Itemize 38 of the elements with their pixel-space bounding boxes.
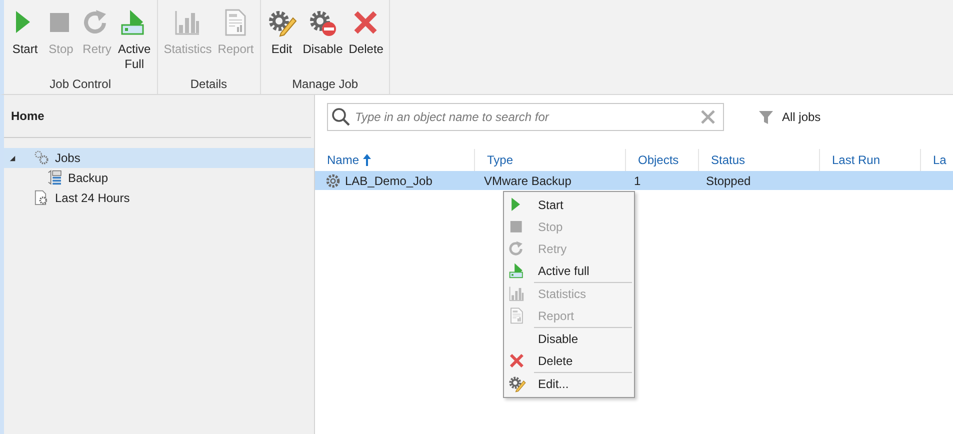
- ribbon-button[interactable]: Delete: [346, 8, 386, 77]
- server-icon: [46, 169, 64, 187]
- menu-item[interactable]: Active full: [506, 260, 632, 282]
- ribbon-button[interactable]: Start: [8, 8, 42, 77]
- document-icon: [508, 307, 526, 325]
- filter-button[interactable]: All jobs: [752, 108, 827, 126]
- group-label: Details: [189, 77, 228, 93]
- tree-item[interactable]: Backup: [4, 168, 314, 188]
- sidebar-title: Home: [4, 95, 311, 138]
- gear-icon: [325, 172, 341, 188]
- gear-stop-icon: [308, 8, 338, 38]
- search-icon: [331, 107, 351, 127]
- ribbon-button[interactable]: Disable: [300, 8, 345, 77]
- group-label: Manage Job: [291, 77, 360, 93]
- tree-item[interactable]: Jobs: [4, 148, 314, 168]
- menu-item[interactable]: Start: [506, 194, 632, 216]
- play-icon: [508, 262, 526, 280]
- table-row[interactable]: LAB_Demo_Job VMware Backup 1 Stopped: [315, 171, 953, 190]
- filter-icon: [758, 109, 774, 125]
- ribbon-button[interactable]: Active Full: [116, 8, 153, 77]
- table-cell: LAB_Demo_Job: [345, 174, 432, 188]
- group-label: Job Control: [48, 77, 112, 93]
- delete-icon: [508, 352, 526, 370]
- bar-chart-icon: [508, 285, 526, 303]
- ribbon-button[interactable]: Edit: [264, 8, 299, 77]
- menu-item[interactable]: Edit...: [506, 373, 632, 395]
- menu-item[interactable]: Disable: [506, 328, 632, 350]
- menu-item[interactable]: Delete: [506, 350, 632, 372]
- expand-icon[interactable]: [9, 154, 16, 162]
- table-cell: Stopped: [706, 174, 751, 188]
- table-cell: 1: [634, 174, 641, 188]
- table-cell: VMware Backup: [484, 174, 572, 188]
- column-header[interactable]: Name: [315, 149, 474, 171]
- gear-pencil-icon: [508, 375, 526, 393]
- tree-item[interactable]: Last 24 Hours: [4, 188, 314, 208]
- gear-pencil-icon: [266, 8, 297, 38]
- search-field[interactable]: Type in an object name to search for: [327, 103, 724, 131]
- gears-icon: [33, 149, 51, 167]
